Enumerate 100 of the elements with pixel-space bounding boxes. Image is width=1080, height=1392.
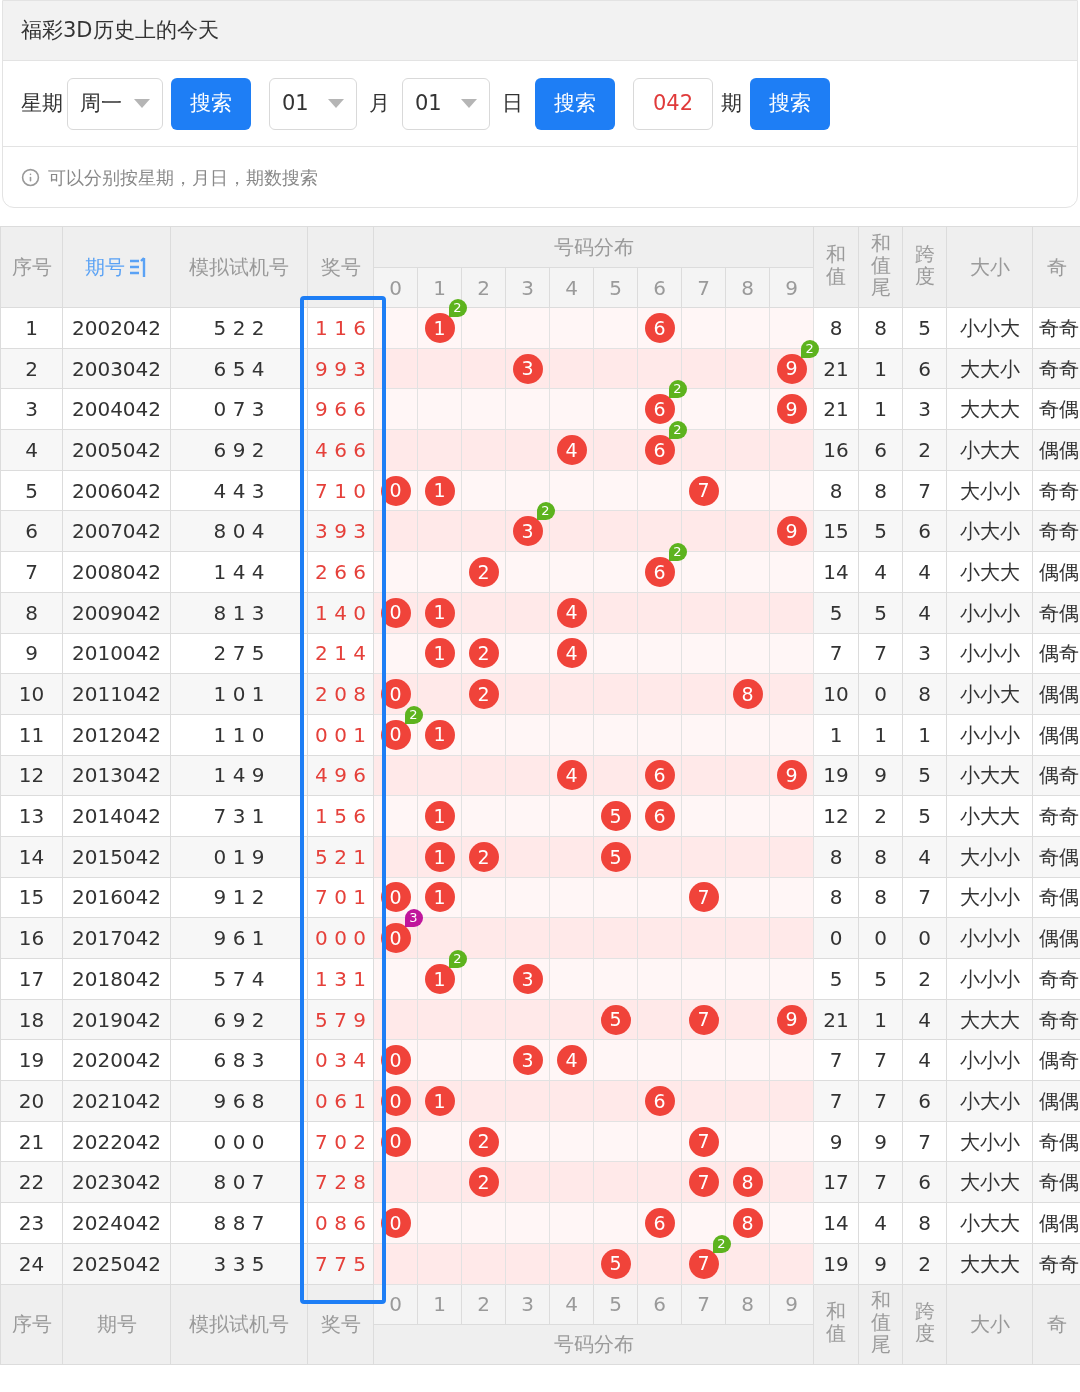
parity-pattern: 奇偶 — [1032, 592, 1080, 633]
sum-value: 1 — [813, 714, 859, 756]
column-header[interactable]: 期号 — [62, 226, 171, 308]
row-number: 6 — [0, 510, 63, 552]
digit-header: 7 — [681, 267, 726, 308]
info-icon — [21, 167, 40, 187]
field-label: 星期 — [21, 89, 63, 117]
parity-pattern: 奇奇 — [1032, 348, 1080, 389]
winning-number: 2 6 6 — [307, 551, 374, 593]
winning-number: 5 7 9 — [307, 999, 374, 1040]
digit-header: 2 — [461, 267, 506, 308]
issue-input[interactable]: 042 — [633, 77, 713, 130]
winning-number: 1 1 6 — [307, 307, 374, 349]
issue-number: 2007042 — [62, 510, 171, 552]
row-number: 7 — [0, 551, 63, 593]
column-header: 大小 — [946, 226, 1033, 308]
size-pattern: 大大小 — [946, 348, 1033, 389]
size-pattern: 大小小 — [946, 470, 1033, 511]
column-header: 和值 — [813, 226, 859, 308]
sum-tail: 1 — [858, 388, 903, 430]
parity-pattern: 奇奇 — [1032, 999, 1080, 1040]
winning-number: 7 2 8 — [307, 1161, 374, 1203]
parity-pattern: 奇偶 — [1032, 836, 1080, 878]
winning-number: 7 7 5 — [307, 1243, 374, 1284]
column-footer: 和值尾 — [858, 1284, 903, 1364]
issue-number: 2008042 — [62, 551, 171, 593]
winning-number: 7 0 1 — [307, 877, 374, 918]
search-button[interactable]: 搜索 — [171, 77, 251, 130]
winning-number: 3 9 3 — [307, 510, 374, 552]
sum-tail: 9 — [858, 755, 903, 796]
sum-value: 21 — [813, 999, 859, 1040]
row-number: 10 — [0, 673, 63, 715]
issue-number: 2006042 — [62, 470, 171, 511]
column-header: 跨度 — [902, 226, 947, 308]
sum-value: 7 — [813, 633, 859, 674]
search-button[interactable]: 搜索 — [535, 77, 615, 130]
parity-pattern: 奇偶 — [1032, 1161, 1080, 1203]
winning-number: 7 0 2 — [307, 1121, 374, 1162]
month-select[interactable]: 01 — [269, 77, 357, 130]
row-number: 12 — [0, 755, 63, 796]
sum-tail: 8 — [858, 836, 903, 878]
span-value: 8 — [902, 673, 947, 715]
column-header: 序号 — [0, 226, 63, 308]
parity-pattern: 奇奇 — [1032, 510, 1080, 552]
digit-footer: 5 — [593, 1284, 638, 1324]
issue-number: 2022042 — [62, 1121, 171, 1162]
size-pattern: 小大小 — [946, 1080, 1033, 1122]
span-value: 2 — [902, 1243, 947, 1284]
digit-header: 8 — [725, 267, 770, 308]
parity-pattern: 偶偶 — [1032, 1202, 1080, 1244]
span-value: 2 — [902, 958, 947, 1000]
issue-number: 2018042 — [62, 958, 171, 1000]
weekday-select[interactable]: 周一 — [67, 77, 163, 130]
test-number: 8 0 7 — [170, 1161, 308, 1203]
day-select[interactable]: 01 — [402, 77, 490, 130]
size-pattern: 小大大 — [946, 551, 1033, 593]
winning-number: 4 9 6 — [307, 755, 374, 796]
size-pattern: 小小小 — [946, 714, 1033, 756]
size-pattern: 小小小 — [946, 592, 1033, 633]
test-number: 9 6 1 — [170, 917, 308, 959]
sum-value: 8 — [813, 307, 859, 349]
row-number: 19 — [0, 1039, 63, 1081]
row-number: 18 — [0, 999, 63, 1040]
column-footer: 奖号 — [307, 1284, 374, 1364]
span-value: 4 — [902, 836, 947, 878]
parity-pattern: 偶偶 — [1032, 1080, 1080, 1122]
winning-number: 0 0 1 — [307, 714, 374, 756]
size-pattern: 大大大 — [946, 388, 1033, 430]
row-number: 16 — [0, 917, 63, 959]
span-value: 4 — [902, 1039, 947, 1081]
span-value: 6 — [902, 1080, 947, 1122]
sum-tail: 0 — [858, 917, 903, 959]
parity-pattern: 奇奇 — [1032, 1243, 1080, 1284]
size-pattern: 小小大 — [946, 673, 1033, 715]
test-number: 6 9 2 — [170, 999, 308, 1040]
sum-value: 16 — [813, 429, 859, 471]
column-header: 奇 — [1032, 226, 1080, 308]
search-button[interactable]: 搜索 — [750, 77, 830, 130]
issue-number: 2021042 — [62, 1080, 171, 1122]
sum-value: 8 — [813, 877, 859, 918]
sum-value: 19 — [813, 755, 859, 796]
column-footer: 序号 — [0, 1284, 63, 1364]
issue-number: 2011042 — [62, 673, 171, 715]
sum-value: 0 — [813, 917, 859, 959]
winning-number: 2 0 8 — [307, 673, 374, 715]
sum-tail: 8 — [858, 877, 903, 918]
test-number: 1 4 9 — [170, 755, 308, 796]
row-number: 13 — [0, 795, 63, 837]
span-value: 2 — [902, 429, 947, 471]
sum-tail: 8 — [858, 307, 903, 349]
row-number: 8 — [0, 592, 63, 633]
winning-number: 1 4 0 — [307, 592, 374, 633]
issue-number: 2015042 — [62, 836, 171, 878]
page-title: 福彩3D历史上的今天 — [21, 16, 219, 44]
row-number: 9 — [0, 633, 63, 674]
row-number: 11 — [0, 714, 63, 756]
parity-pattern: 偶偶 — [1032, 714, 1080, 756]
test-number: 3 3 5 — [170, 1243, 308, 1284]
digit-footer: 1 — [417, 1284, 462, 1324]
winning-number: 9 6 6 — [307, 388, 374, 430]
